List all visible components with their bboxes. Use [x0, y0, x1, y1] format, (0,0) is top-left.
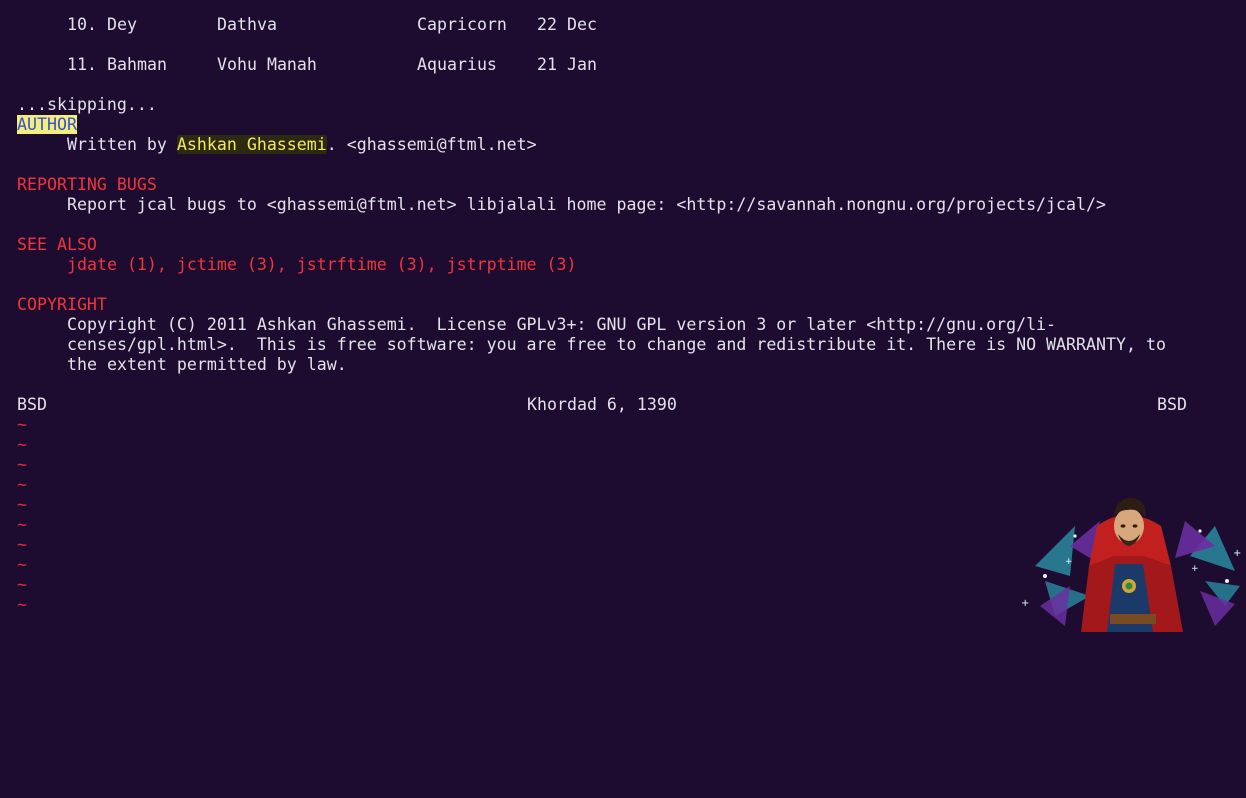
month-number: 11. [67, 55, 97, 74]
empty-line-tilde: ~ [17, 575, 27, 594]
see-also-heading: SEE ALSO [17, 235, 97, 254]
empty-line-tilde: ~ [17, 535, 27, 554]
empty-line-tilde: ~ [17, 415, 27, 434]
month-sign: Aquarius [417, 55, 497, 74]
copyright-line-1: Copyright (C) 2011 Ashkan Ghassemi. Lice… [67, 315, 1057, 334]
svg-text:+: + [1233, 548, 1241, 559]
empty-line-tilde: ~ [17, 495, 27, 514]
copyright-line-2: censes/gpl.html>. This is free software:… [67, 335, 1166, 354]
month-angel: Dathva [217, 15, 277, 34]
footer-date: Khordad 6, 1390 [527, 395, 677, 414]
footer-right: BSD [1157, 395, 1187, 414]
author-email: . <ghassemi@ftml.net> [326, 135, 537, 154]
author-name: Ashkan Ghassemi [176, 135, 327, 154]
month-date: 22 Dec [537, 15, 597, 34]
empty-line-tilde: ~ [17, 435, 27, 454]
doctor-strange-character-icon: + + + + [1021, 497, 1241, 632]
month-name: Dey [107, 15, 137, 34]
empty-line-tilde: ~ [17, 595, 27, 614]
month-number: 10. [67, 15, 97, 34]
month-row: 10. Dey Dathva Capricorn 22 Dec [67, 15, 597, 35]
month-angel: Vohu Manah [217, 55, 317, 74]
svg-text:+: + [1065, 557, 1073, 567]
month-row: 11. Bahman Vohu Manah Aquarius 21 Jan [67, 55, 597, 75]
month-name: Bahman [107, 55, 167, 74]
copyright-heading: COPYRIGHT [17, 295, 107, 314]
footer-left: BSD [17, 395, 47, 414]
author-line: Written by Ashkan Ghassemi. <ghassemi@ft… [67, 135, 537, 155]
month-date: 21 Jan [537, 55, 597, 74]
empty-line-tilde: ~ [17, 475, 27, 494]
skipping-indicator: ...skipping... [17, 95, 157, 114]
empty-line-tilde: ~ [17, 515, 27, 534]
svg-text:+: + [1021, 598, 1029, 609]
search-match-highlight: AUTHOR [17, 115, 77, 134]
see-also-links: jdate (1), jctime (3), jstrftime (3), js… [67, 255, 577, 274]
svg-text:+: + [1191, 564, 1199, 574]
author-prefix: Written by [67, 135, 177, 154]
reporting-bugs-heading: REPORTING BUGS [17, 175, 157, 194]
copyright-line-3: the extent permitted by law. [67, 355, 347, 374]
month-sign: Capricorn [417, 15, 507, 34]
empty-line-tilde: ~ [17, 455, 27, 474]
author-heading: AUTHOR [17, 115, 77, 135]
reporting-bugs-text: Report jcal bugs to <ghassemi@ftml.net> … [67, 195, 1106, 214]
empty-line-tilde: ~ [17, 555, 27, 574]
